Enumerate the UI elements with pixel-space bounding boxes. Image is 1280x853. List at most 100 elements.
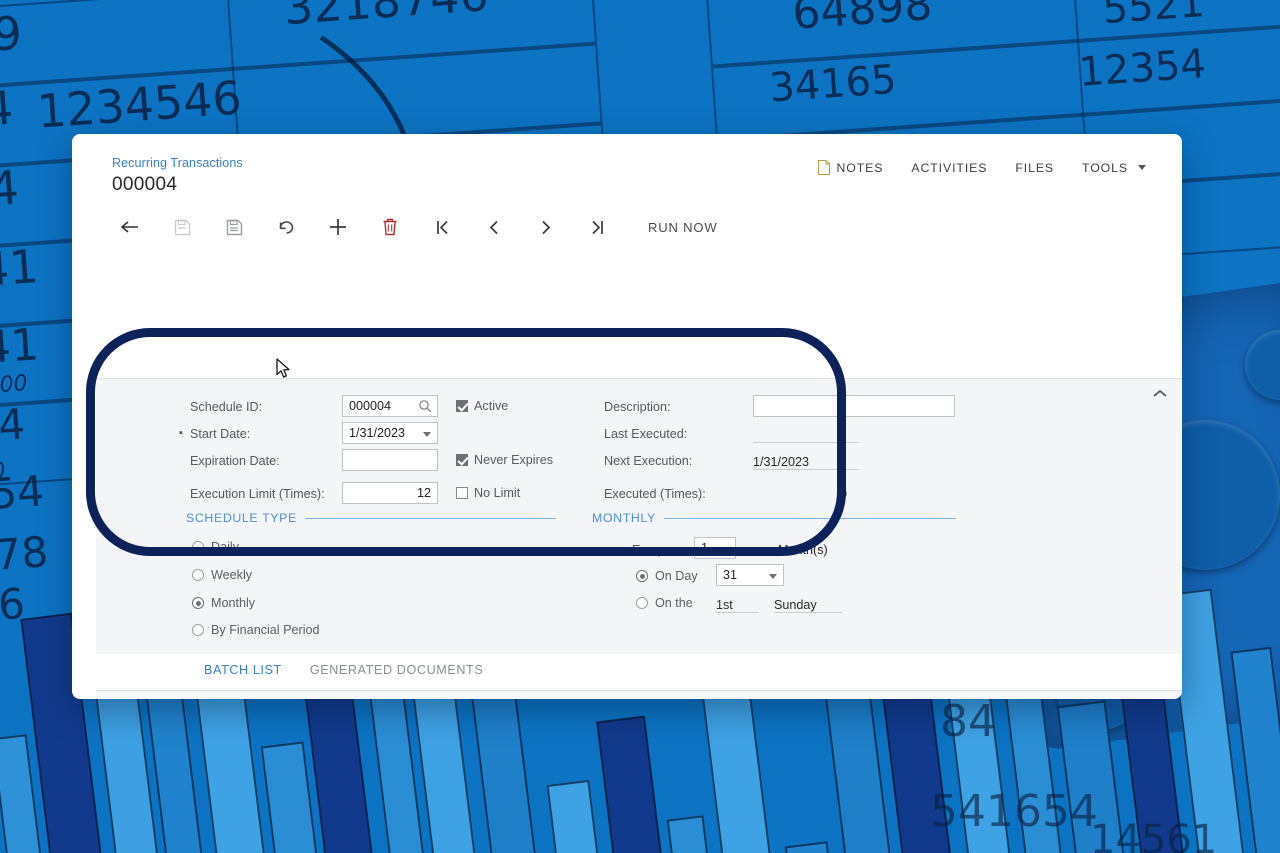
schedule-type-monthly-radio[interactable]: Monthly xyxy=(192,596,255,610)
collapse-section-button[interactable] xyxy=(1152,387,1168,405)
radio-dot xyxy=(192,569,204,581)
background-number: 541654 xyxy=(930,786,1098,837)
radio-dot xyxy=(192,624,204,636)
on-day-radio[interactable]: On Day xyxy=(636,569,698,583)
schedule-type-title: SCHEDULE TYPE xyxy=(186,511,297,525)
mouse-cursor xyxy=(276,358,292,380)
search-icon[interactable] xyxy=(418,399,432,413)
notes-label: NOTES xyxy=(836,160,884,175)
trash-icon xyxy=(383,218,397,236)
next-execution-label: Next Execution: xyxy=(604,454,693,468)
activities-label: ACTIVITIES xyxy=(911,160,988,175)
checkbox-box xyxy=(456,487,468,499)
checkbox-box xyxy=(456,400,468,412)
delete-button[interactable] xyxy=(364,208,416,246)
arrow-left-icon xyxy=(120,221,138,233)
on-day-value: 31 xyxy=(723,568,738,582)
schedule-form-panel: Schedule ID: 000004 Active Description: … xyxy=(96,378,1182,654)
group-divider xyxy=(304,517,556,519)
no-limit-checkbox[interactable]: No Limit xyxy=(456,486,520,500)
every-dropdown[interactable]: 1 xyxy=(694,537,736,559)
save-button[interactable] xyxy=(156,208,208,246)
checkbox-box xyxy=(456,454,468,466)
calendar-dropdown-icon[interactable] xyxy=(423,432,431,437)
activities-menu-item[interactable]: ACTIVITIES xyxy=(911,161,987,175)
last-record-button[interactable] xyxy=(572,208,624,246)
fit-columns-button[interactable] xyxy=(328,694,372,699)
group-divider xyxy=(663,517,956,519)
save-icon xyxy=(174,219,190,235)
schedule-type-weekly-label: Weekly xyxy=(211,568,253,582)
start-date-value: 1/31/2023 xyxy=(349,426,406,440)
tools-menu-item[interactable]: TOOLS xyxy=(1082,161,1146,175)
window-header: Recurring Transactions 000004 NOTES ACTI… xyxy=(72,134,1182,202)
back-button[interactable] xyxy=(104,208,156,246)
tab-bar: BATCH LIST GENERATED DOCUMENTS xyxy=(96,654,1182,686)
never-expires-checkbox[interactable]: Never Expires xyxy=(456,453,553,467)
every-value: 1 xyxy=(701,541,709,555)
tab-generated-documents[interactable]: GENERATED DOCUMENTS xyxy=(296,663,498,677)
run-now-button[interactable]: RUN NOW xyxy=(640,220,726,235)
add-row-button[interactable] xyxy=(240,694,284,699)
files-label: FILES xyxy=(1015,160,1055,175)
files-menu-item[interactable]: FILES xyxy=(1015,161,1054,175)
on-the-radio[interactable]: On the xyxy=(636,596,693,610)
undo-icon xyxy=(279,220,293,234)
refresh-button[interactable] xyxy=(196,694,240,699)
description-input[interactable] xyxy=(753,395,955,417)
on-the-weekday-dropdown[interactable]: Sunday xyxy=(774,593,842,613)
previous-icon xyxy=(489,220,498,234)
tab-batch-list[interactable]: BATCH LIST xyxy=(190,663,296,677)
page-title: 000004 xyxy=(112,174,178,195)
chevron-down-icon[interactable] xyxy=(769,574,777,579)
export-to-excel-button[interactable]: X xyxy=(372,694,416,699)
start-date-label: Start Date: xyxy=(179,427,250,441)
execution-limit-input[interactable]: 12 xyxy=(342,482,438,504)
next-icon xyxy=(542,220,551,234)
every-unit-label: Month(s) xyxy=(778,543,828,557)
schedule-id-input[interactable]: 000004 xyxy=(342,395,438,417)
next-record-button[interactable] xyxy=(520,208,572,246)
executed-times-value: 0 xyxy=(840,487,848,501)
executed-times-label: Executed (Times): xyxy=(604,487,706,501)
on-the-label: On the xyxy=(655,596,693,610)
next-execution-value: 1/31/2023 xyxy=(753,450,859,470)
first-icon xyxy=(437,220,448,234)
schedule-type-daily-label: Daily xyxy=(211,540,239,554)
tools-label: TOOLS xyxy=(1082,160,1128,175)
undo-button[interactable] xyxy=(260,208,312,246)
expiration-date-input[interactable] xyxy=(342,449,438,471)
previous-record-button[interactable] xyxy=(468,208,520,246)
breadcrumb[interactable]: Recurring Transactions xyxy=(112,156,243,170)
schedule-type-financial-period-label: By Financial Period xyxy=(211,623,320,637)
on-day-label: On Day xyxy=(655,569,698,583)
active-label: Active xyxy=(474,399,509,413)
add-new-record-button[interactable] xyxy=(312,208,364,246)
first-record-button[interactable] xyxy=(416,208,468,246)
save-close-icon xyxy=(226,219,242,235)
recurring-transactions-window: Recurring Transactions 000004 NOTES ACTI… xyxy=(72,134,1182,699)
active-checkbox[interactable]: Active xyxy=(456,399,508,413)
last-executed-label: Last Executed: xyxy=(604,427,688,441)
delete-row-button[interactable] xyxy=(284,694,328,699)
radio-dot xyxy=(636,570,648,582)
record-toolbar: RUN NOW xyxy=(72,202,1182,252)
monthly-group-header: MONTHLY xyxy=(592,511,956,525)
chevron-down-icon[interactable] xyxy=(721,547,729,552)
save-and-close-button[interactable] xyxy=(208,208,260,246)
radio-dot xyxy=(192,597,204,609)
notes-menu-item[interactable]: NOTES xyxy=(817,160,884,175)
start-date-input[interactable]: 1/31/2023 xyxy=(342,422,438,444)
schedule-type-financial-period-radio[interactable]: By Financial Period xyxy=(192,623,320,637)
schedule-type-weekly-radio[interactable]: Weekly xyxy=(192,568,252,582)
schedule-type-daily-radio[interactable]: Daily xyxy=(192,540,239,554)
on-day-dropdown[interactable]: 31 xyxy=(716,564,784,586)
note-icon xyxy=(817,160,830,175)
monthly-title: MONTHLY xyxy=(592,511,656,525)
on-the-ordinal-dropdown[interactable]: 1st xyxy=(716,593,758,613)
expiration-date-label: Expiration Date: xyxy=(190,454,280,468)
never-expires-label: Never Expires xyxy=(474,453,554,467)
schedule-id-label: Schedule ID: xyxy=(190,400,263,414)
schedule-id-value: 000004 xyxy=(349,399,392,413)
grid-toolbar: X xyxy=(96,690,1182,699)
